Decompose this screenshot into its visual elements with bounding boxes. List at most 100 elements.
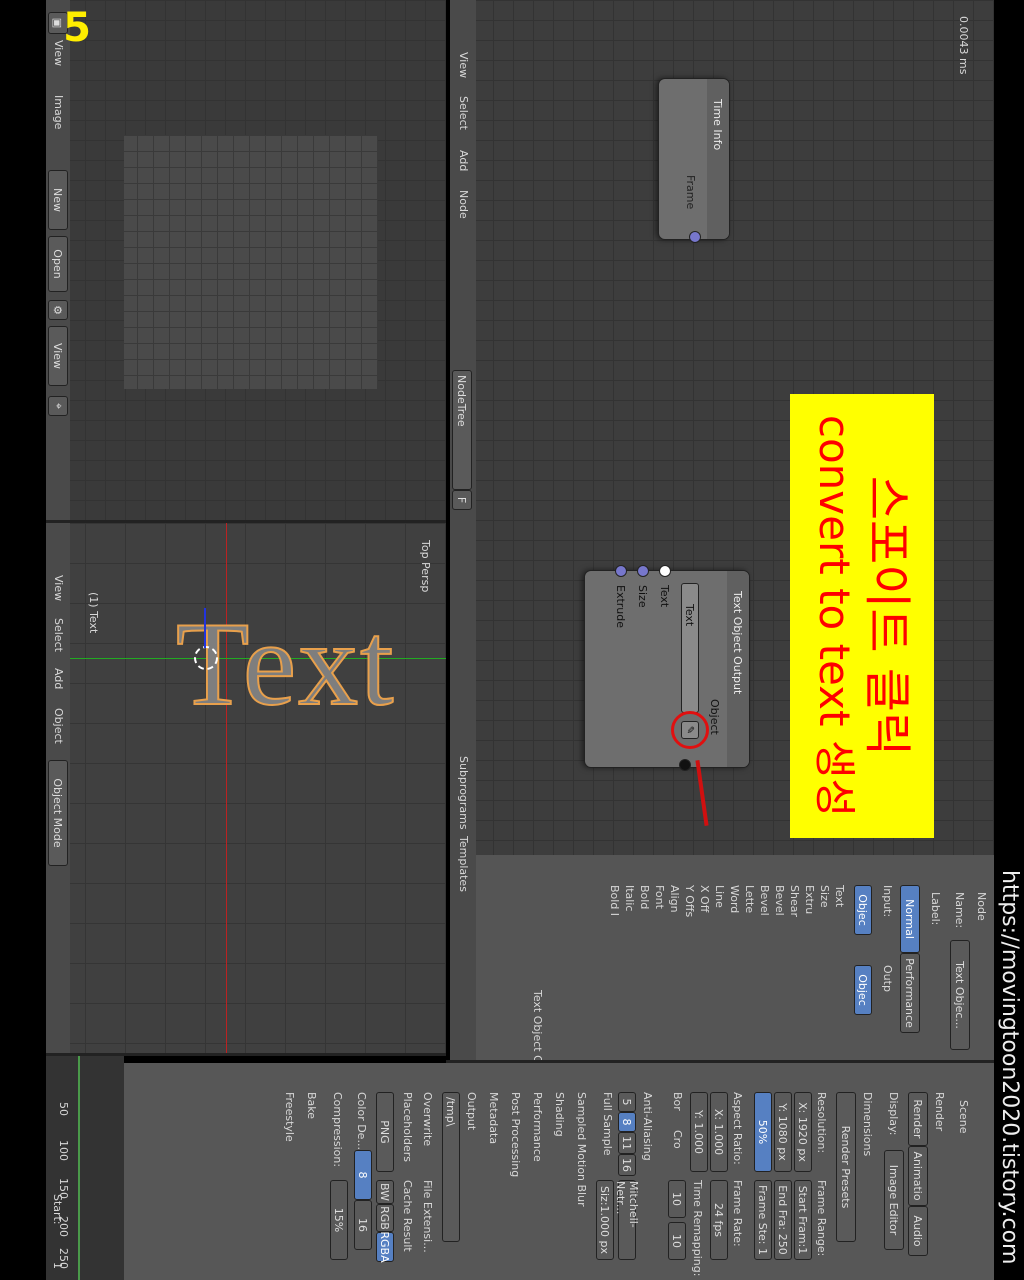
- placeholders-checkbox[interactable]: Placeholders: [401, 1092, 414, 1162]
- timeline[interactable]: [46, 1056, 124, 1280]
- start-frame-field[interactable]: Start Fram:1: [794, 1180, 812, 1260]
- viewport-menu-add[interactable]: Add: [52, 668, 65, 689]
- shading-section[interactable]: Shading: [553, 1092, 566, 1137]
- sidebar-input-row[interactable]: Align: [668, 885, 681, 913]
- compression-slider[interactable]: 15%: [330, 1180, 348, 1260]
- remap-old-field[interactable]: 10: [668, 1180, 686, 1218]
- subprograms-label[interactable]: Subprograms: [457, 756, 470, 830]
- text-input-socket[interactable]: [659, 565, 671, 577]
- aa-16-button[interactable]: 16: [618, 1154, 636, 1176]
- motion-blur-section[interactable]: Sampled Motion Blur: [575, 1092, 588, 1207]
- animation-button[interactable]: Animatio: [908, 1146, 928, 1206]
- rgba-button[interactable]: RGBA: [376, 1231, 394, 1263]
- sidebar-input-row[interactable]: Word: [728, 885, 741, 913]
- node-tree-select[interactable]: NodeTree: [452, 370, 472, 490]
- output-objec-socket[interactable]: Objec: [854, 965, 872, 1015]
- performance-section[interactable]: Performance: [531, 1092, 544, 1162]
- sidebar-input-row[interactable]: Size: [818, 885, 831, 908]
- rgb-button[interactable]: RGB: [376, 1204, 394, 1232]
- audio-button[interactable]: Audio: [908, 1206, 928, 1256]
- node-menu-add[interactable]: Add: [457, 150, 470, 171]
- tab-normal[interactable]: Normal: [900, 885, 920, 953]
- 3d-cursor-icon[interactable]: [194, 646, 218, 670]
- image-view-button[interactable]: View: [48, 326, 68, 386]
- manip-blue-arrow[interactable]: [204, 608, 206, 648]
- aa-section[interactable]: Anti-Aliasing: [641, 1092, 654, 1161]
- aa-filter-select[interactable]: Mitchell-Netr...: [614, 1180, 640, 1260]
- viewport-menu-view[interactable]: View: [52, 575, 65, 601]
- sidebar-input-row[interactable]: Bevel: [758, 885, 771, 916]
- image-menu-image[interactable]: Image: [52, 95, 65, 129]
- file-extensions-checkbox[interactable]: File Extensi...: [421, 1180, 434, 1253]
- res-y-field[interactable]: Y: 1080 px: [774, 1092, 792, 1172]
- extrude-input-socket[interactable]: [615, 565, 627, 577]
- aspect-y-field[interactable]: Y: 1.000: [690, 1092, 708, 1172]
- frame-step-field[interactable]: Frame Ste: 1: [754, 1180, 772, 1260]
- frame-output-socket[interactable]: [689, 231, 701, 243]
- tab-performance[interactable]: Performance: [900, 953, 920, 1033]
- post-processing-section[interactable]: Post Processing: [509, 1092, 522, 1177]
- end-frame-field[interactable]: End Fra: 250: [774, 1180, 792, 1260]
- sidebar-input-row[interactable]: Lette: [743, 885, 756, 913]
- render-presets-select[interactable]: Render Presets: [836, 1092, 856, 1242]
- border-checkbox[interactable]: Bor: [671, 1092, 684, 1111]
- node-section-label[interactable]: Node: [975, 892, 988, 921]
- sidebar-input-row[interactable]: Shear: [788, 885, 801, 917]
- res-x-field[interactable]: X: 1920 px: [794, 1092, 812, 1172]
- object-mode-select[interactable]: Object Mode: [48, 760, 68, 866]
- size-input-socket[interactable]: [637, 565, 649, 577]
- output-section[interactable]: Output: [465, 1092, 478, 1130]
- node-name-field[interactable]: Text Objec...: [950, 940, 970, 1050]
- depth-16-button[interactable]: 16: [354, 1200, 372, 1250]
- bw-button[interactable]: BW: [376, 1180, 394, 1204]
- input-objec-socket[interactable]: Objec: [854, 885, 872, 935]
- fake-user-button[interactable]: F: [452, 490, 472, 510]
- filter-size-field[interactable]: Siz:1.000 px: [596, 1180, 614, 1260]
- sidebar-input-row[interactable]: Bold I: [608, 885, 621, 916]
- viewport-menu-select[interactable]: Select: [52, 618, 65, 652]
- render-button[interactable]: Render: [908, 1092, 928, 1146]
- res-percent-slider[interactable]: 50%: [754, 1092, 772, 1172]
- cache-result-checkbox[interactable]: Cache Result: [401, 1180, 414, 1252]
- sidebar-input-row[interactable]: Italic: [623, 885, 636, 911]
- overwrite-checkbox[interactable]: Overwrite: [421, 1092, 434, 1146]
- sidebar-input-row[interactable]: Bold: [638, 885, 651, 909]
- metadata-section[interactable]: Metadata: [487, 1092, 500, 1144]
- sidebar-input-row[interactable]: Extru: [803, 885, 816, 914]
- node-menu-node[interactable]: Node: [457, 190, 470, 219]
- text-object-output-node[interactable]: Text Object Output Object Text ✎ Text Si…: [584, 565, 750, 771]
- aa-8-button[interactable]: 8: [618, 1112, 636, 1132]
- sidebar-input-row[interactable]: Line: [713, 885, 726, 908]
- fps-select[interactable]: 24 fps: [710, 1180, 728, 1260]
- freestyle-section[interactable]: Freestyle: [283, 1092, 296, 1142]
- templates-label[interactable]: Templates: [457, 836, 470, 892]
- output-path-field[interactable]: /tmp\: [442, 1092, 460, 1242]
- bake-section[interactable]: Bake: [305, 1092, 318, 1119]
- aspect-x-field[interactable]: X: 1.000: [710, 1092, 728, 1172]
- remap-new-field[interactable]: 10: [668, 1222, 686, 1260]
- object-field[interactable]: Text: [681, 583, 699, 713]
- timeline-start-value[interactable]: 1: [51, 1262, 64, 1269]
- full-sample-checkbox[interactable]: Full Sample: [601, 1092, 614, 1156]
- dimensions-section[interactable]: Dimensions: [861, 1092, 874, 1156]
- node-menu-view[interactable]: View: [457, 52, 470, 78]
- image-zoom-icon[interactable]: ⌖: [48, 396, 68, 416]
- image-open-button[interactable]: Open: [48, 236, 68, 292]
- aa-11-button[interactable]: 11: [618, 1132, 636, 1154]
- aa-5-button[interactable]: 5: [618, 1092, 636, 1112]
- display-select[interactable]: Image Editor: [884, 1150, 904, 1250]
- sidebar-input-row[interactable]: Bevel: [773, 885, 786, 916]
- sidebar-input-row[interactable]: Y Offs: [683, 885, 696, 917]
- image-pin-icon[interactable]: ⚙: [48, 300, 68, 320]
- sidebar-input-row[interactable]: Text: [833, 885, 846, 907]
- crop-checkbox[interactable]: Cro: [671, 1130, 684, 1149]
- format-select[interactable]: PNG: [376, 1092, 394, 1172]
- image-new-button[interactable]: New: [48, 170, 68, 230]
- node-menu-select[interactable]: Select: [457, 96, 470, 130]
- object-input-socket[interactable]: [679, 759, 691, 771]
- time-info-node[interactable]: Time Info Frame: [658, 78, 730, 243]
- sidebar-input-row[interactable]: X Off: [698, 885, 711, 912]
- render-section[interactable]: Render: [933, 1092, 946, 1131]
- depth-8-button[interactable]: 8: [354, 1150, 372, 1200]
- sidebar-input-row[interactable]: Font: [653, 885, 666, 909]
